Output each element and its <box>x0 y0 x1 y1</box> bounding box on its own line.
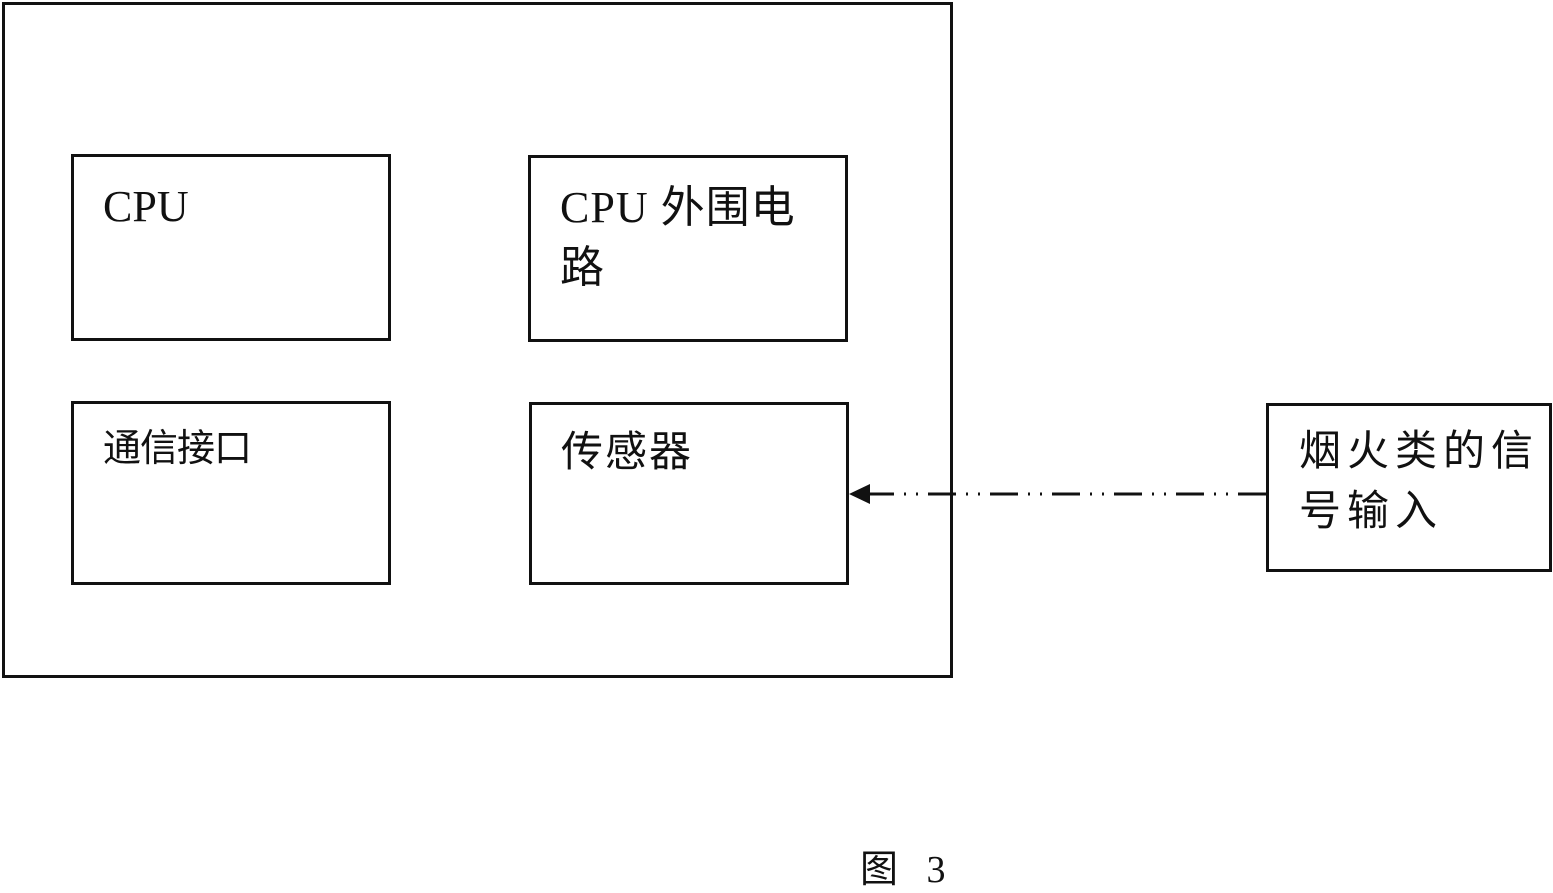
communication-interface-label: 通信接口 <box>103 428 252 470</box>
fireworks-signal-input-block: 烟火类的信号输入 <box>1266 403 1552 572</box>
communication-interface-block: 通信接口 <box>71 401 391 585</box>
fireworks-signal-input-label: 烟火类的信号输入 <box>1299 429 1540 535</box>
cpu-peripheral-circuit-label: CPU 外围电路 <box>560 183 796 292</box>
sensor-label: 传感器 <box>561 430 694 476</box>
cpu-block: CPU <box>71 154 391 341</box>
sensor-block: 传感器 <box>529 402 849 585</box>
figure-caption: 图 3 <box>860 838 946 893</box>
cpu-peripheral-circuit-block: CPU 外围电路 <box>528 155 848 342</box>
cpu-label: CPU <box>103 182 189 231</box>
figure-caption-prefix: 图 <box>860 849 899 891</box>
figure-caption-number: 3 <box>926 849 946 891</box>
